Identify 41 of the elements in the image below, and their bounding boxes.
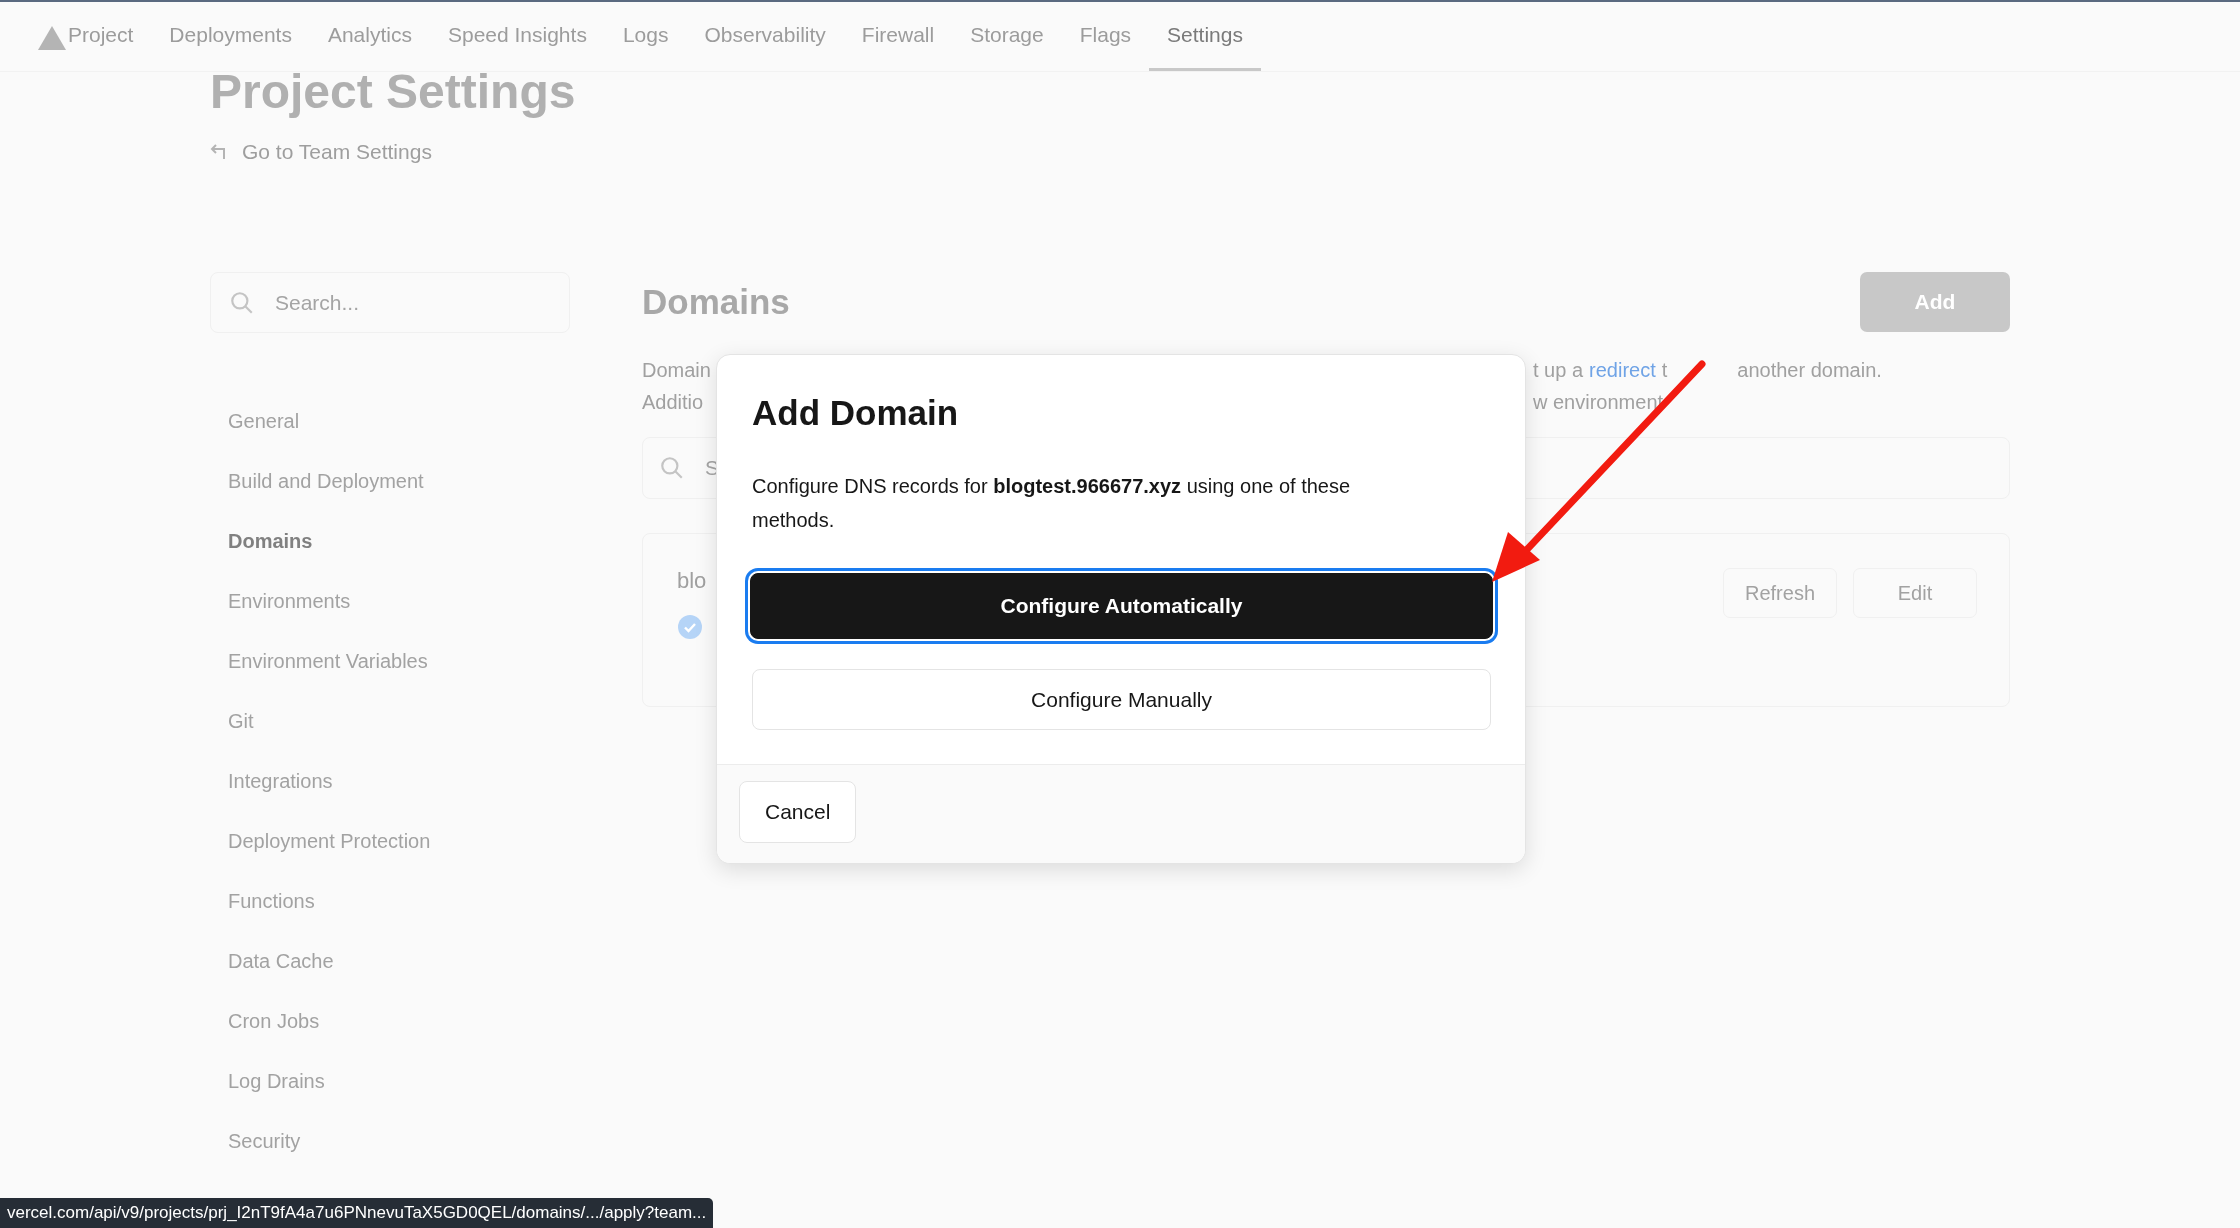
dialog-message: Configure DNS records for blogtest.966677.xyz using one of these methods. <box>752 474 1352 533</box>
redirect-link[interactable]: redirect <box>1589 354 1656 386</box>
nav-tab[interactable]: Flags <box>1061 2 1150 71</box>
search-icon <box>229 289 255 316</box>
nav-tab[interactable]: Storage <box>952 2 1062 71</box>
card-button[interactable]: Edit <box>1853 568 1977 618</box>
section-title: Domains <box>642 282 790 322</box>
search-icon <box>659 455 685 481</box>
nav-tab[interactable]: Project <box>50 2 152 71</box>
nav-tab[interactable]: Observability <box>686 2 844 71</box>
nav-tab[interactable]: Settings <box>1149 2 1261 71</box>
search-input[interactable]: Search... <box>273 289 473 316</box>
sidebar-item[interactable]: Cron Jobs <box>210 991 570 1051</box>
configure-button[interactable]: Configure Manually <box>752 669 1491 730</box>
status-bar-url: vercel.com/api/v9/projects/prj_I2nT9fA4a7u6PNnevuTaX5GD0QEL/domains/.../apply?team... <box>0 1198 714 1228</box>
sidebar-item[interactable]: Security <box>210 1111 570 1171</box>
sidebar-item[interactable]: Environments <box>210 571 570 631</box>
sidebar-item[interactable]: Domains <box>210 511 570 571</box>
sidebar-item[interactable]: Deployment Protection <box>210 811 570 871</box>
sidebar-item[interactable]: Integrations <box>210 751 570 811</box>
nav-tab[interactable]: Logs <box>604 2 687 71</box>
domain-name: blo <box>677 568 707 594</box>
description-text: Additio <box>642 390 704 415</box>
sidebar-item[interactable]: Environment Variables <box>210 631 570 691</box>
description-text: w environment <box>1533 390 1664 415</box>
card-button[interactable]: Refresh <box>1723 568 1837 618</box>
description-text: another domain. <box>1737 358 1882 383</box>
sidebar-item[interactable]: Data Cache <box>210 931 570 991</box>
nav-tab[interactable]: Firewall <box>843 2 953 71</box>
description-text: t <box>1661 358 1668 383</box>
description-text: Domain <box>642 358 711 383</box>
sidebar-item[interactable]: Build and Deployment <box>210 451 570 511</box>
description-text: t up a <box>1533 358 1584 383</box>
cancel-button[interactable]: Cancel <box>739 781 857 843</box>
sidebar-item[interactable]: Git <box>210 691 570 751</box>
dialog-title: Add Domain <box>752 393 960 433</box>
sidebar-item[interactable]: Log Drains <box>210 1051 570 1111</box>
triangle-logo-icon[interactable] <box>38 26 66 50</box>
search-field[interactable]: Search... <box>210 272 570 333</box>
sidebar-item[interactable]: General <box>210 391 570 451</box>
sidebar-item[interactable]: Functions <box>210 871 570 931</box>
